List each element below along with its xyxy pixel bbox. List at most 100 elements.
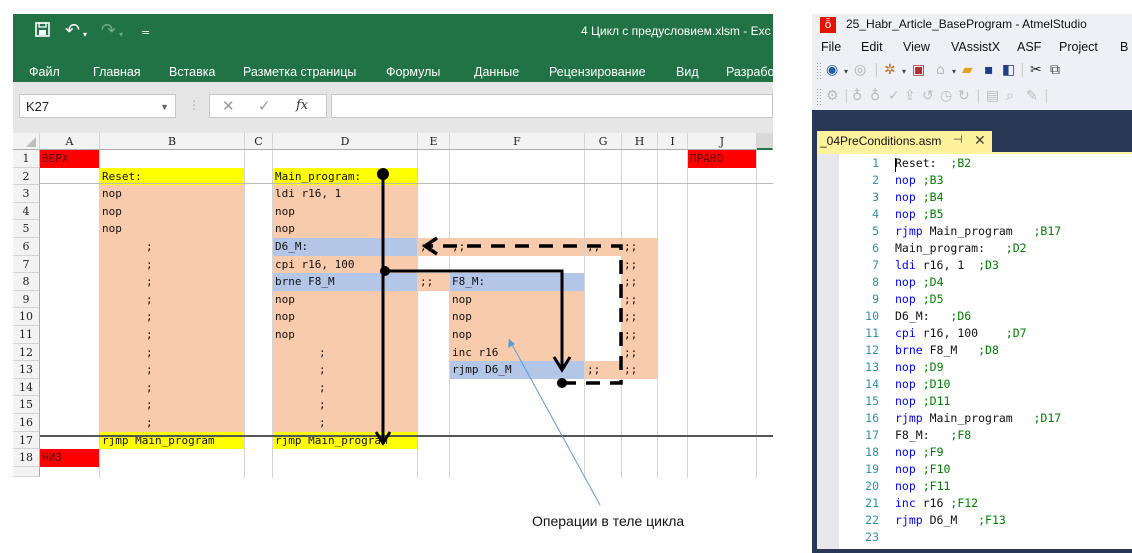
cell-d11[interactable]: nop [273,326,417,344]
row-header-13[interactable]: 13 [13,361,40,379]
cell-f11[interactable]: nop [450,326,584,344]
cell-b7[interactable]: ; [100,255,244,274]
redo-icon[interactable]: ↷ [101,22,116,40]
select-all-corner[interactable] [13,133,40,150]
cell-h13[interactable]: ;; [622,361,657,379]
cell-h7[interactable]: ;; [622,255,657,274]
insert-function-icon[interactable]: fx [296,98,308,113]
row-header-11[interactable]: 11 [13,326,40,344]
tab-insert[interactable]: Вставка [169,65,215,79]
cut-icon[interactable]: ✂ [1030,62,1042,78]
column-header-g[interactable]: G [585,133,622,150]
cell-h8[interactable]: ;; [622,273,657,291]
undo-dropdown-icon[interactable]: ▾ [83,26,87,44]
column-header-i[interactable]: I [658,133,688,150]
column-header-d[interactable]: D [273,133,418,150]
cell-a1[interactable]: ВЕРХ [40,150,99,168]
cell-h11[interactable]: ;; [622,326,657,344]
redo-dropdown-icon[interactable]: ▾ [119,26,123,44]
cell-b14[interactable]: ; [100,378,244,397]
menu-vassistx[interactable]: VAssistX [951,40,1000,54]
row-header-5[interactable]: 5 [13,220,40,238]
menu-asf[interactable]: ASF [1017,40,1041,54]
undo-icon[interactable]: ↺ [922,88,934,104]
cell-h12[interactable]: ;; [622,343,657,362]
cell-d5[interactable]: nop [273,220,417,238]
chevron-down-icon[interactable]: ▼ [160,95,169,119]
toolbar-grip[interactable] [816,62,821,80]
cell-f8[interactable]: F8_M: [450,273,584,291]
upload-icon[interactable]: ⇪ [904,88,916,104]
cell-d8[interactable]: brne F8_M [273,273,417,291]
start-debugging-icon[interactable]: ♁ [852,88,862,104]
row-header-17[interactable]: 17 [13,431,40,450]
cell-d9[interactable]: nop [273,290,417,309]
cell-f10[interactable]: nop [450,308,584,326]
cell-f9[interactable]: nop [450,290,584,309]
cell-d15[interactable]: ; [273,396,417,414]
refresh-icon[interactable]: ↻ [958,88,970,104]
tab-review[interactable]: Рецензирование [549,65,646,79]
device-programming-icon[interactable]: ⚙ [826,88,839,104]
new-dropdown-icon[interactable]: ▾ [902,67,906,76]
column-header-a[interactable]: A [40,133,100,150]
add-item-icon[interactable]: ▣ [912,62,925,78]
cell-b3[interactable]: nop [100,185,244,203]
tab-file[interactable]: Файл [29,65,60,79]
customize-toolbar-icon[interactable]: = [141,24,150,42]
cell-e6[interactable]: ;; [418,238,449,256]
row-header-7[interactable]: 7 [13,255,40,274]
formula-bar-grip-icon[interactable]: ⋮ [188,98,200,112]
spreadsheet-grid[interactable]: ABCDEFGHIJ 1 2 3 4 5 6 7 8 9 10 11 12 13 14 15 16 17 18 В… [13,133,773,478]
navigate-forward-icon[interactable]: ◎ [854,62,866,78]
row-header-1[interactable]: 1 [13,150,40,168]
row-header-15[interactable]: 15 [13,396,40,414]
history-icon[interactable]: ◷ [940,88,952,104]
row-header-4[interactable]: 4 [13,202,40,221]
save-all-icon[interactable]: ◧ [1002,62,1015,78]
pin-icon[interactable]: ⊣ [953,133,963,146]
tab-formulas[interactable]: Формулы [386,65,440,79]
row-header-6[interactable]: 6 [13,238,40,256]
menu-build[interactable]: B [1120,40,1128,54]
tools-icon[interactable]: ✎ [1026,88,1038,104]
cell-f13[interactable]: rjmp D6_M [450,361,584,379]
navigate-back-icon[interactable]: ◉ [826,62,838,78]
row-header-3[interactable]: 3 [13,185,40,203]
cell-b5[interactable]: nop [100,220,244,238]
tab-data[interactable]: Данные [474,65,519,79]
cell-h6[interactable]: ;; [622,238,657,256]
close-tab-icon[interactable]: ✕ [974,132,986,149]
cell-b6[interactable]: ; [100,238,244,256]
row-header-8[interactable]: 8 [13,273,40,291]
name-box[interactable]: K27 ▼ [19,94,176,118]
tab-developer[interactable]: Разрабо [726,65,773,79]
column-header-h[interactable]: H [622,133,658,150]
tab-home[interactable]: Главная [93,65,141,79]
copy-icon[interactable]: ⧉ [1050,62,1060,78]
cell-b15[interactable]: ; [100,396,244,414]
cell-d7[interactable]: cpi r16, 100 [273,255,417,274]
open-folder-icon[interactable]: ▰ [962,62,973,78]
cell-j1[interactable]: ПРАВО [688,150,756,168]
check-icon[interactable]: ✓ [888,88,900,104]
row-header-14[interactable]: 14 [13,378,40,397]
add-existing-icon[interactable]: ⌂ [936,62,945,78]
save-icon[interactable]: ▪ [984,62,994,78]
undo-icon[interactable]: ↶ [65,22,80,40]
cell-d3[interactable]: ldi r16, 1 [273,185,417,203]
cell-d14[interactable]: ; [273,378,417,397]
cell-e8[interactable]: ;; [418,273,449,291]
cell-b10[interactable]: ; [100,308,244,326]
file-tab[interactable]: _04PreConditions.asm ⊣ ✕ [817,131,992,152]
row-header-10[interactable]: 10 [13,308,40,326]
back-dropdown-icon[interactable]: ▾ [844,67,848,76]
cell-b8[interactable]: ; [100,273,244,291]
save-icon[interactable] [35,22,50,41]
row-header-16[interactable]: 16 [13,414,40,432]
cell-b13[interactable]: ; [100,361,244,379]
cancel-icon[interactable]: ✕ [222,97,235,115]
cell-h10[interactable]: ;; [622,308,657,326]
formula-input[interactable] [331,94,773,118]
row-header-19[interactable] [13,466,40,477]
